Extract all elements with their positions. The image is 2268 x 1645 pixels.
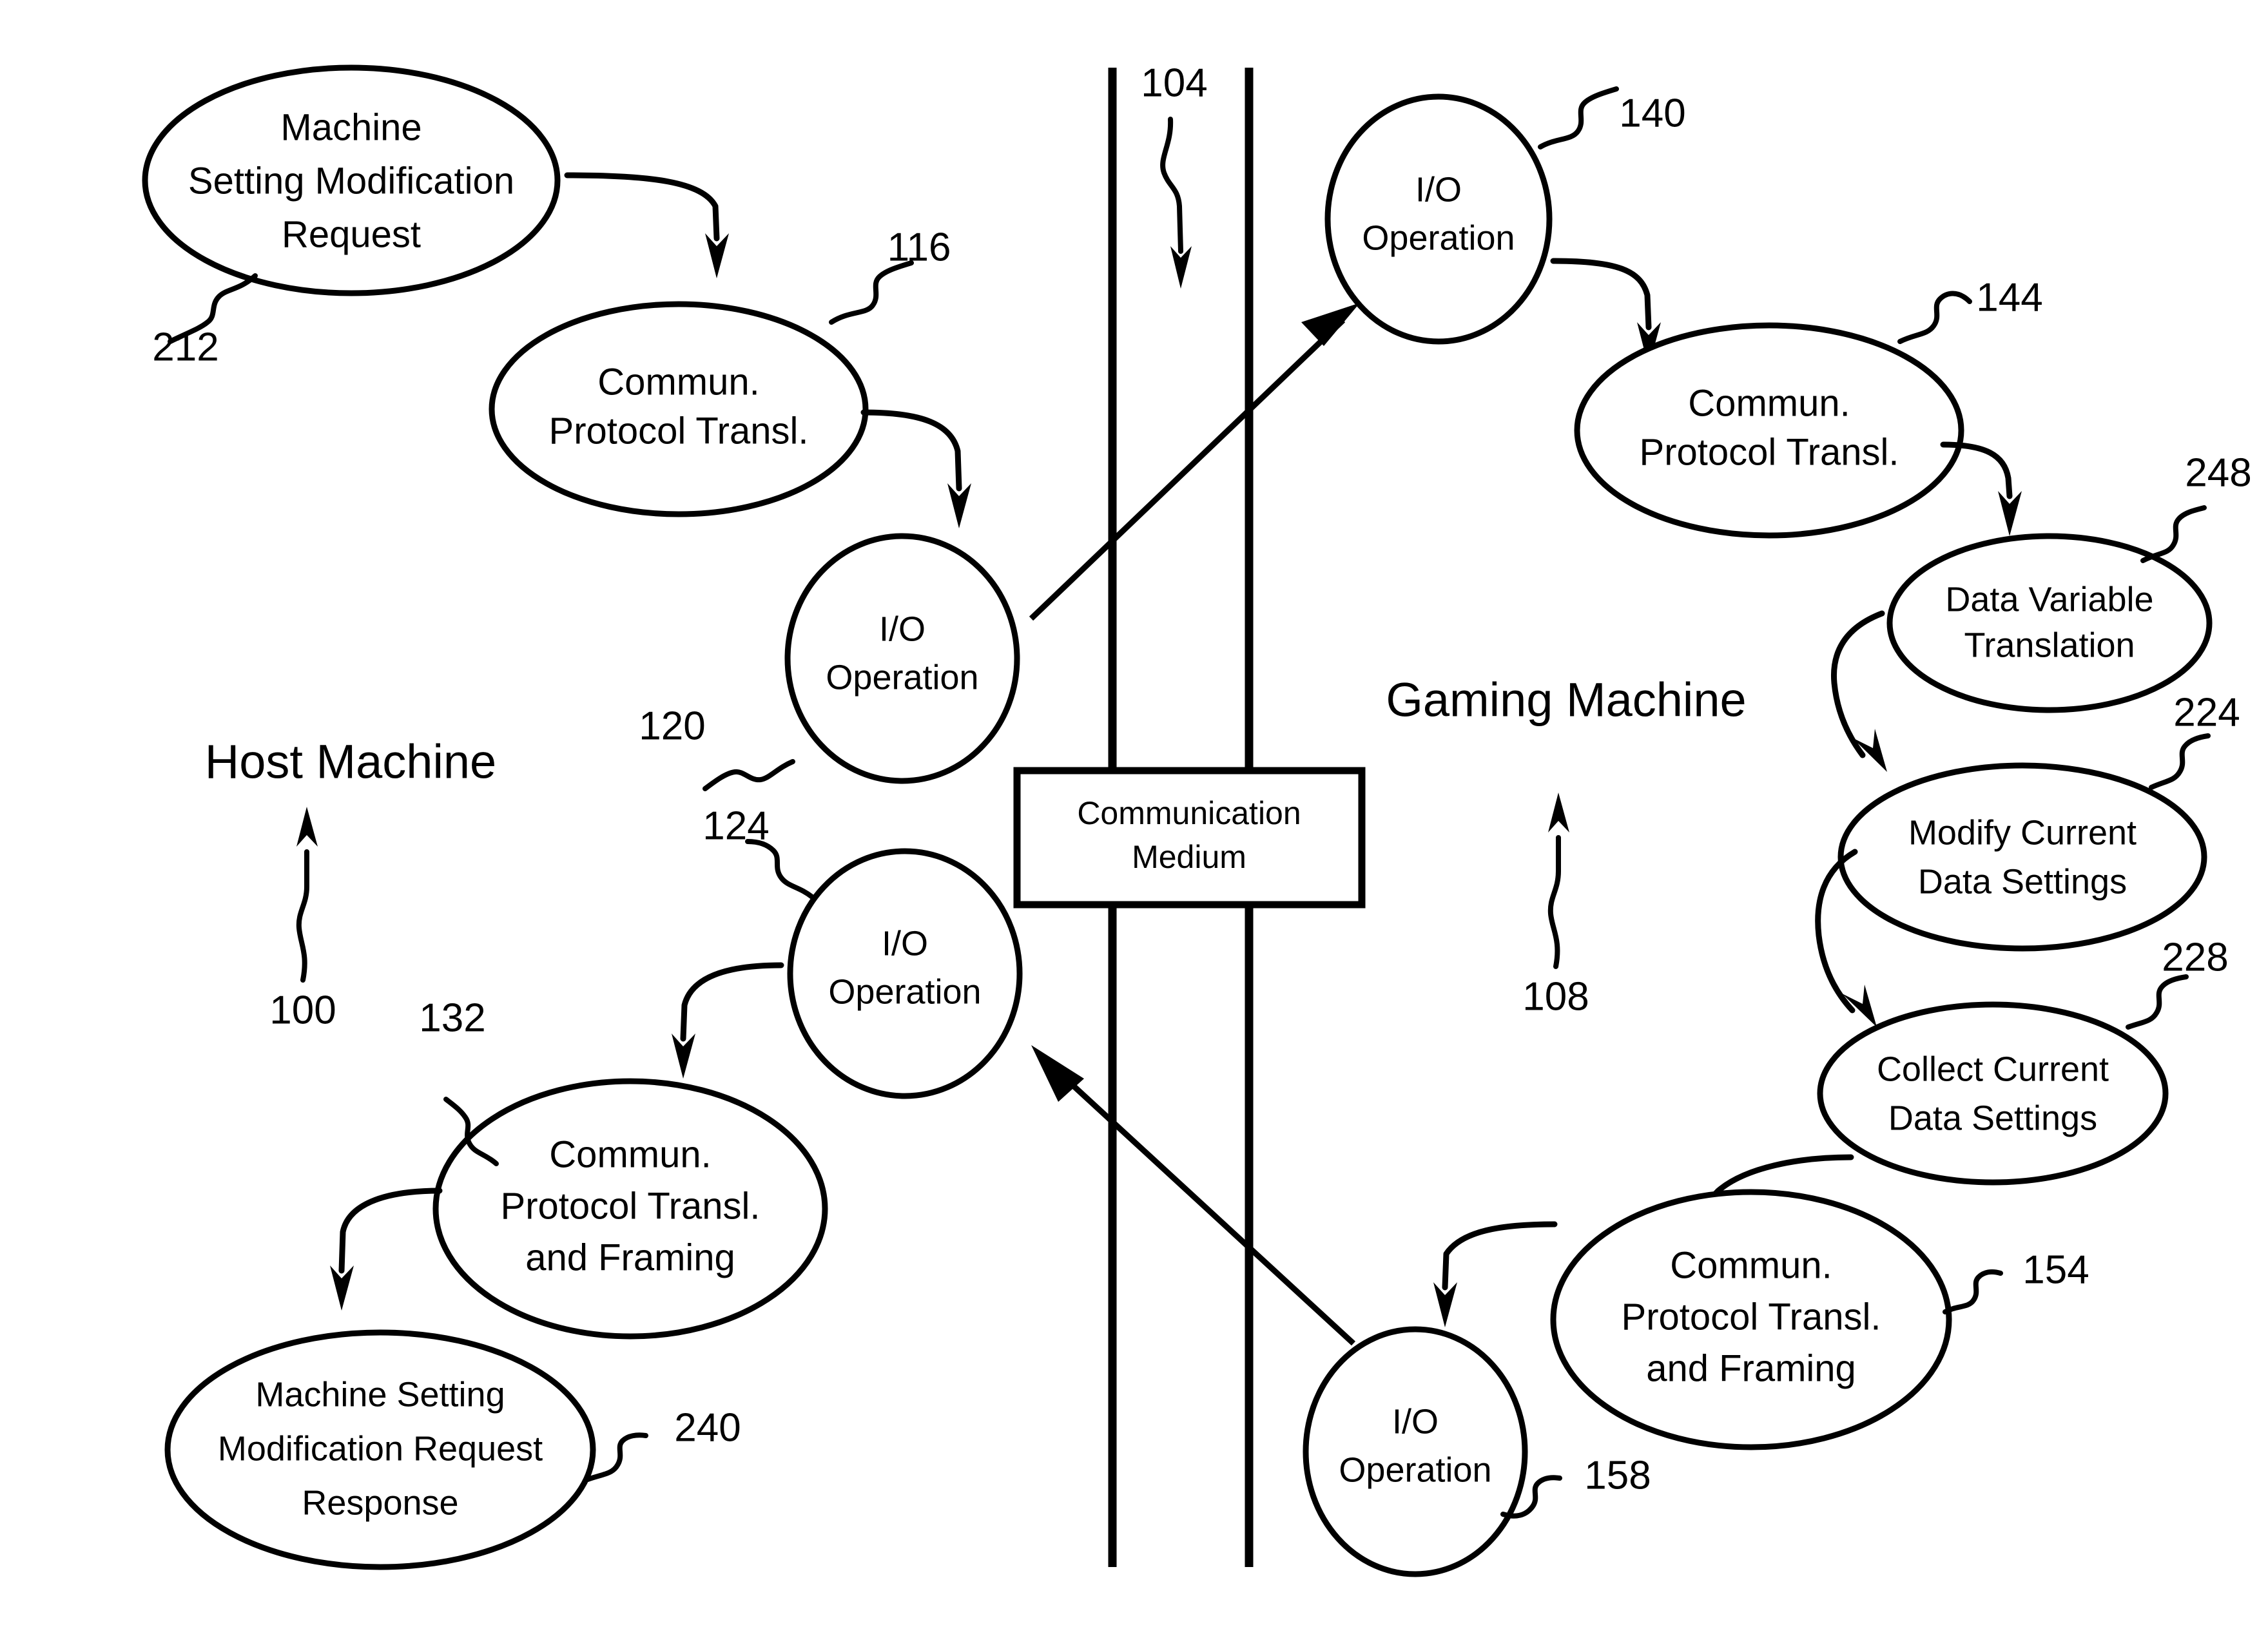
arrow-116-to-120 (860, 409, 971, 528)
node-116-line-1: Commun. (597, 361, 759, 403)
node-212-line-2: Setting Modification (188, 160, 514, 202)
node-124-line-2: Operation (828, 972, 981, 1011)
node-machine-setting-modification-request[interactable]: Machine Setting Modification Request (142, 64, 561, 296)
arrow-124-to-132 (672, 962, 784, 1079)
arrow-212-to-116 (564, 172, 729, 278)
transfer-arrow-gaming-to-host (1031, 1045, 1356, 1346)
ref-120-leader (703, 759, 795, 791)
arrow-154-to-158 (1433, 1221, 1558, 1327)
ref-120: 120 (639, 704, 705, 748)
node-124-line-1: I/O (882, 924, 928, 963)
node-host-protocol-translation-in[interactable]: Commun. Protocol Transl. and Framing (432, 1078, 828, 1340)
node-228-line-1: Collect Current (1877, 1050, 2109, 1088)
node-132-line-3: and Framing (525, 1236, 735, 1278)
transfer-arrow-host-to-gaming (1029, 303, 1360, 621)
node-modify-current-data-settings[interactable]: Modify Current Data Settings (1837, 762, 2207, 952)
node-machine-setting-modification-request-response[interactable]: Machine Setting Modification Request Res… (164, 1329, 596, 1570)
ref-158: 158 (1584, 1453, 1651, 1497)
ref-100-leader (296, 807, 318, 983)
node-240-line-2: Modification Request (218, 1429, 543, 1468)
node-154-line-2: Protocol Transl. (1622, 1296, 1881, 1338)
ref-104-leader (1160, 117, 1192, 289)
node-224-line-2: Data Settings (1918, 862, 2127, 901)
node-collect-current-data-settings[interactable]: Collect Current Data Settings (1817, 1001, 2169, 1186)
ref-240-leader (585, 1432, 648, 1482)
gaming-machine-label: Gaming Machine (1386, 673, 1746, 727)
node-host-protocol-translation-out[interactable]: Commun. Protocol Transl. (489, 301, 869, 517)
ref-248-leader (2140, 505, 2207, 563)
node-158-line-2: Operation (1339, 1450, 1491, 1489)
ref-116-leader (829, 260, 914, 325)
ref-144: 144 (1976, 275, 2042, 320)
ref-132: 132 (419, 996, 485, 1040)
ref-124-leader (745, 839, 815, 899)
node-gaming-io-operation-in[interactable]: I/O Operation (1324, 93, 1553, 345)
node-gaming-protocol-translation-out[interactable]: Commun. Protocol Transl. and Framing (1550, 1189, 1952, 1450)
node-158-line-1: I/O (1392, 1402, 1439, 1441)
communication-medium-box: Communication Medium (1013, 767, 1366, 909)
arrow-248-to-224 (1830, 610, 1887, 772)
node-144-line-2: Protocol Transl. (1640, 431, 1899, 473)
node-gaming-io-operation-out[interactable]: I/O Operation (1303, 1326, 1528, 1577)
node-154-line-1: Commun. (1670, 1244, 1832, 1286)
node-132-line-1: Commun. (549, 1133, 711, 1175)
node-120-line-1: I/O (879, 610, 926, 648)
node-140-line-2: Operation (1362, 218, 1515, 257)
ref-224: 224 (2173, 690, 2240, 735)
node-248-line-2: Translation (1964, 626, 2135, 664)
host-machine-label: Host Machine (205, 735, 496, 789)
ref-228: 228 (2162, 935, 2228, 979)
ref-104: 104 (1141, 61, 1207, 105)
communication-medium-label-line2: Medium (1132, 839, 1246, 875)
node-240-line-1: Machine Setting (255, 1375, 505, 1414)
node-host-io-operation-out[interactable]: I/O Operation (784, 533, 1020, 784)
ref-140-leader (1538, 86, 1619, 149)
ref-240: 240 (674, 1405, 741, 1450)
node-120-line-2: Operation (826, 658, 978, 697)
ref-224-leader (2149, 733, 2211, 790)
node-212-line-3: Request (282, 213, 421, 255)
node-132-line-2: Protocol Transl. (501, 1185, 761, 1227)
node-248-line-1: Data Variable (1945, 580, 2153, 619)
node-140-line-1: I/O (1415, 170, 1462, 209)
ref-108: 108 (1522, 974, 1589, 1019)
node-data-variable-translation[interactable]: Data Variable Translation (1886, 533, 2213, 713)
ref-248: 248 (2185, 450, 2251, 495)
node-212-line-1: Machine (280, 106, 422, 148)
node-host-io-operation-in[interactable]: I/O Operation (787, 848, 1023, 1099)
ref-212: 212 (152, 325, 218, 369)
ref-100: 100 (269, 988, 336, 1032)
ref-108-leader (1547, 793, 1569, 969)
node-154-line-3: and Framing (1646, 1347, 1856, 1389)
flow-diagram-canvas: 104 Communication Medium Host Machine 10… (142, 61, 2252, 1577)
ref-154: 154 (2022, 1247, 2089, 1292)
ref-154-leader (1943, 1269, 2003, 1314)
node-144-line-1: Commun. (1688, 382, 1850, 424)
ref-124: 124 (703, 803, 769, 848)
node-240-line-3: Response (302, 1483, 458, 1522)
ref-228-leader (2126, 974, 2189, 1030)
node-228-line-2: Data Settings (1888, 1099, 2097, 1137)
ref-144-leader (1897, 291, 1972, 344)
ref-140: 140 (1619, 91, 1685, 135)
communication-medium-label-line1: Communication (1077, 795, 1301, 831)
node-gaming-protocol-translation-in[interactable]: Commun. Protocol Transl. (1574, 322, 1964, 539)
ref-116: 116 (887, 225, 951, 269)
patent-figure: 104 Communication Medium Host Machine 10… (0, 0, 2268, 1645)
arrow-132-to-240 (330, 1188, 443, 1311)
node-224-line-1: Modify Current (1908, 813, 2137, 852)
node-116-line-2: Protocol Transl. (549, 410, 809, 452)
